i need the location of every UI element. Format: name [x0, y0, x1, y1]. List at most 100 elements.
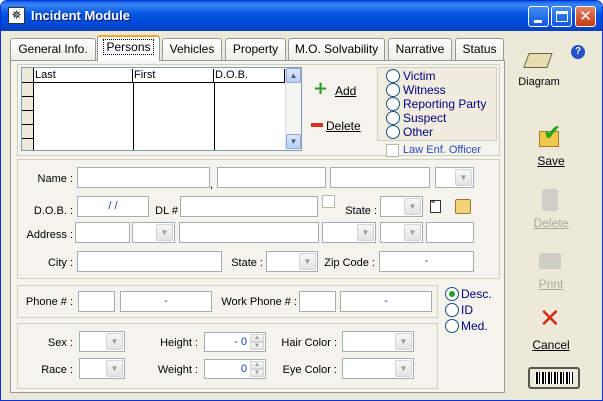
tab-general-info[interactable]: General Info. [10, 38, 96, 60]
work-phone-area-code-input[interactable] [299, 291, 336, 312]
witness-radio[interactable] [386, 83, 400, 97]
hair-color-select[interactable]: ▼ [342, 331, 414, 352]
id-label[interactable]: ID [461, 303, 473, 317]
grid-scrollbar[interactable]: ▲ ▼ [285, 68, 301, 150]
delete-button[interactable]: Delete [525, 187, 577, 231]
hair-color-label: Hair Color : [281, 337, 337, 349]
middle-name-input[interactable] [330, 167, 430, 188]
chevron-down-icon: ▼ [106, 360, 123, 377]
phone-area-code-input[interactable] [78, 291, 115, 312]
help-icon[interactable]: ? [571, 45, 585, 59]
suspect-radio[interactable] [386, 111, 400, 125]
last-name-input[interactable] [77, 167, 210, 188]
tab-property[interactable]: Property [225, 38, 286, 60]
desc-label[interactable]: Desc. [461, 287, 492, 301]
desc-radio[interactable] [445, 287, 459, 301]
address-label: Address : [26, 229, 73, 241]
chevron-down-icon: ▼ [299, 253, 316, 270]
zip-code-input[interactable]: - [379, 251, 474, 272]
first-name-input[interactable] [217, 167, 326, 188]
print-button[interactable]: Print [525, 247, 577, 291]
work-phone-number-input[interactable]: - [340, 291, 432, 312]
column-header-dob[interactable]: D.O.B. [215, 69, 285, 82]
add-person-button[interactable]: + Add [313, 78, 363, 102]
column-header-last[interactable]: Last [35, 69, 133, 82]
weight-stepper[interactable]: 0 ▲ ▼ [204, 359, 266, 379]
law-enf-officer-checkbox[interactable] [386, 144, 399, 157]
weight-value: 0 [240, 363, 247, 375]
spin-down-icon[interactable]: ▼ [250, 369, 264, 377]
spin-up-icon[interactable]: ▲ [250, 361, 264, 369]
barcode-icon[interactable] [528, 367, 580, 389]
tab-status[interactable]: Status [455, 38, 504, 60]
cancel-x-icon: ✕ [539, 304, 561, 334]
tab-label: General Info. [18, 42, 88, 56]
dl-state-select[interactable]: ▼ [380, 196, 423, 217]
eye-color-select[interactable]: ▼ [342, 358, 414, 379]
plus-icon: + [313, 78, 329, 99]
column-header-first[interactable]: First [134, 69, 214, 82]
scroll-up-icon[interactable]: ▲ [286, 68, 301, 83]
med-radio[interactable] [445, 319, 459, 333]
city-input[interactable] [77, 251, 222, 272]
maximize-icon [556, 11, 568, 22]
save-label: Save [537, 154, 565, 168]
height-stepper[interactable]: - 0 ▲ ▼ [204, 332, 266, 352]
chevron-down-icon: ▼ [404, 198, 421, 215]
row-divider [22, 110, 34, 111]
minimize-button[interactable] [528, 6, 549, 27]
name-suffix-select[interactable]: ▼ [435, 167, 474, 188]
print-icon [539, 253, 561, 269]
dl-checkbox[interactable] [322, 195, 335, 208]
tab-vehicles[interactable]: Vehicles [162, 38, 222, 60]
title-bar[interactable]: ✵ Incident Module ✕ [1, 1, 602, 31]
dob-input[interactable]: / / [77, 196, 149, 217]
unit-type-select[interactable]: ▼ [380, 222, 423, 243]
printer-icon[interactable] [455, 199, 471, 214]
victim-label[interactable]: Victim [403, 69, 435, 83]
dl-number-input[interactable] [180, 196, 318, 217]
street-number-input[interactable] [75, 222, 130, 243]
tab-narrative[interactable]: Narrative [388, 38, 452, 60]
race-select[interactable]: ▼ [79, 358, 125, 379]
other-radio[interactable] [386, 125, 400, 139]
close-button[interactable]: ✕ [575, 6, 596, 27]
dl-label: DL # [155, 205, 178, 217]
id-radio[interactable] [445, 303, 459, 317]
checkmark-icon: ✔ [543, 121, 562, 146]
cancel-button[interactable]: ✕ Cancel [525, 304, 577, 353]
phone-label: Phone # : [25, 296, 73, 308]
witness-label[interactable]: Witness [403, 83, 446, 97]
suspect-label[interactable]: Suspect [403, 111, 446, 125]
sex-select[interactable]: ▼ [79, 331, 125, 352]
row-divider [22, 96, 34, 97]
scroll-down-icon[interactable]: ▼ [286, 134, 301, 149]
tab-persons[interactable]: Persons [97, 35, 160, 61]
reporting-party-label[interactable]: Reporting Party [403, 97, 486, 111]
maximize-button[interactable] [551, 6, 572, 27]
delete-trash-icon [542, 189, 558, 211]
law-enf-officer-label[interactable]: Law Enf. Officer [403, 144, 481, 156]
street-type-select[interactable]: ▼ [322, 222, 376, 243]
save-button[interactable]: ✔ Save [525, 121, 577, 169]
document-icon[interactable]: ≡ [430, 199, 441, 213]
unit-number-input[interactable] [426, 222, 474, 243]
persons-grid[interactable]: Last First D.O.B. [21, 67, 302, 151]
tab-mo-solvability[interactable]: M.O. Solvability [288, 38, 385, 60]
delete-label: Delete [533, 216, 569, 230]
diagram-button[interactable]: Diagram [515, 49, 563, 91]
delete-person-button[interactable]: Delete [310, 115, 366, 137]
phone-number-input[interactable]: - [120, 291, 212, 312]
header-divider [22, 82, 286, 83]
add-label: Add [335, 84, 357, 98]
victim-radio[interactable] [386, 69, 400, 83]
cancel-label: Cancel [532, 338, 570, 352]
spin-down-icon[interactable]: ▼ [250, 342, 264, 350]
street-direction-select[interactable]: ▼ [132, 222, 175, 243]
other-label[interactable]: Other [403, 125, 433, 139]
street-name-input[interactable] [179, 222, 319, 243]
med-label[interactable]: Med. [461, 319, 488, 333]
address-state-select[interactable]: ▼ [266, 251, 318, 272]
reporting-party-radio[interactable] [386, 97, 400, 111]
spin-up-icon[interactable]: ▲ [250, 334, 264, 342]
